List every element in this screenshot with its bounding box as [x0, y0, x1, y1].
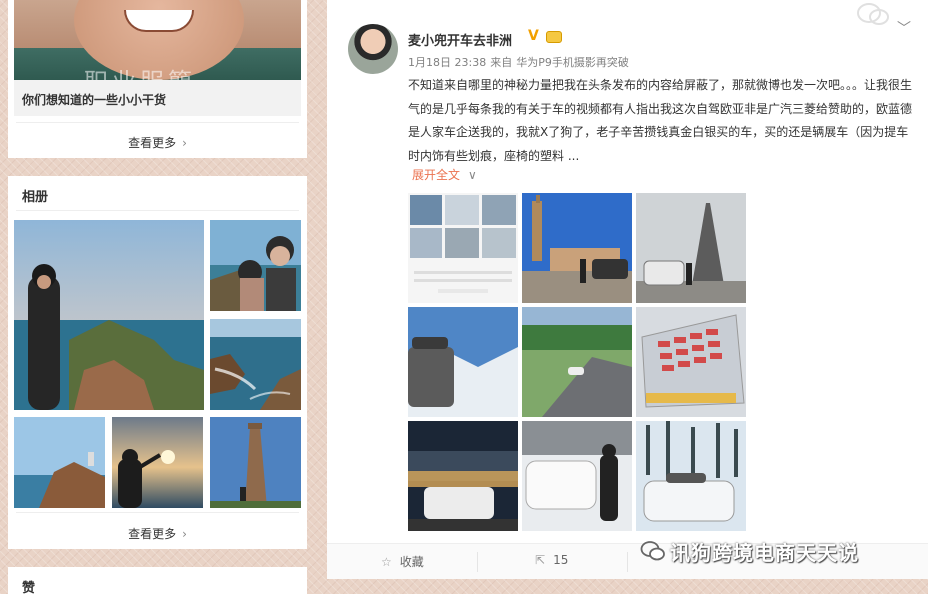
star-icon: ☆ [381, 555, 392, 569]
repost-icon: ⇱ [535, 553, 546, 567]
favorite-label: 收藏 [399, 555, 424, 569]
likes-card: 赞 [8, 567, 307, 594]
article-thumbnail[interactable]: 职业服簡 [14, 0, 301, 80]
chevron-down-icon[interactable]: ﹀ [897, 18, 911, 38]
post-image[interactable] [408, 193, 518, 303]
post-meta: 1月18日 23:38 来自 华为P9手机摄影再突破 [408, 54, 633, 70]
weibo-post-card: 麦小兜开车去非洲 V 1月18日 23:38 来自 华为P9手机摄影再突破 ﹀ 不知… [327, 0, 928, 579]
thumbnail-overlay-text: 职业服簡 [84, 62, 196, 80]
post-image[interactable] [636, 307, 746, 417]
see-more-label: 查看更多 [128, 136, 177, 150]
repost-button[interactable]: ⇱ 15 [535, 553, 568, 567]
post-image[interactable] [408, 421, 518, 531]
likes-title: 赞 [22, 581, 36, 594]
favorite-button[interactable]: ☆ 收藏 [381, 553, 424, 570]
post-date[interactable]: 1月18日 23:38 [408, 56, 486, 69]
divider [627, 552, 628, 572]
divider [477, 552, 478, 572]
post-source[interactable]: 华为P9手机摄影再突破 [516, 56, 629, 69]
album-photo[interactable] [210, 220, 301, 311]
post-image[interactable] [408, 307, 518, 417]
articles-card: 职业服簡 你们想知道的一些小小干货 查看更多 › [8, 0, 307, 158]
post-image[interactable] [522, 193, 632, 303]
album-card: 相册 查看更多 › [8, 176, 307, 549]
post-image[interactable] [636, 421, 746, 531]
post-text: 不知道来自哪里的神秘力量把我在头条发布的内容给屏蔽了，那就微博也发一次吧。。。让… [408, 78, 913, 163]
divider [16, 210, 299, 211]
article-caption[interactable]: 你们想知道的一些小小干货 [22, 91, 166, 108]
articles-see-more-link[interactable]: 查看更多 › [8, 134, 307, 151]
repost-count: 15 [553, 553, 569, 567]
album-see-more-link[interactable]: 查看更多 › [8, 525, 307, 542]
album-photo[interactable] [210, 417, 301, 508]
expand-label: 展开全文 [412, 168, 461, 182]
post-image[interactable] [522, 307, 632, 417]
chevron-down-icon: ∨ [468, 168, 477, 182]
album-photo[interactable] [14, 220, 204, 410]
album-photo[interactable] [210, 319, 301, 410]
post-source-prefix: 来自 [490, 56, 513, 69]
watermark-text: 讯狗跨境电商天天说 [670, 541, 859, 565]
wechat-icon [640, 541, 665, 561]
chevron-right-icon: › [182, 527, 187, 541]
post-username[interactable]: 麦小兜开车去非洲 [408, 30, 512, 49]
album-title: 相册 [22, 190, 49, 205]
divider [16, 512, 299, 513]
verified-v-icon[interactable]: V [528, 29, 542, 43]
divider [16, 122, 299, 123]
avatar[interactable] [348, 24, 398, 74]
album-photo[interactable] [14, 417, 105, 508]
level-badge-icon[interactable] [546, 31, 562, 43]
thumbnail-smile [124, 10, 194, 32]
post-image[interactable] [636, 193, 746, 303]
expand-full-text-link[interactable]: 展开全文 ∨ [412, 166, 477, 183]
see-more-label: 查看更多 [128, 527, 177, 541]
wechat-icon [857, 3, 889, 25]
chevron-right-icon: › [182, 136, 187, 150]
post-image[interactable] [522, 421, 632, 531]
album-photo[interactable] [112, 417, 203, 508]
